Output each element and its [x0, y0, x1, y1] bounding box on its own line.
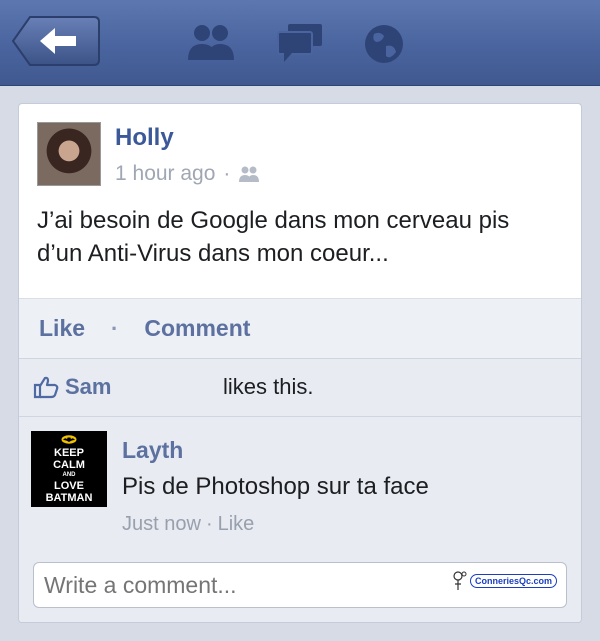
comment-avatar[interactable]: KEEP CALM AND LOVE BATMAN	[31, 431, 107, 507]
avatar[interactable]	[37, 122, 101, 186]
friend-requests-icon[interactable]	[186, 20, 238, 66]
globe-icon[interactable]	[362, 22, 406, 66]
post-body: J’ai besoin de Google dans mon cerveau p…	[37, 204, 567, 270]
top-navigation-bar	[0, 0, 600, 86]
post-card: Holly 1 hour ago · J’ai besoin de Google…	[18, 103, 582, 623]
avatar-text: BATMAN	[45, 492, 93, 504]
comment-button[interactable]: Comment	[144, 315, 250, 342]
comment: KEEP CALM AND LOVE BATMAN Layth Pis de P…	[19, 416, 581, 556]
watermark-logo-icon	[453, 571, 467, 590]
comment-composer: ConneriesQc.com	[19, 556, 581, 622]
avatar-text: LOVE	[54, 480, 84, 492]
likes-summary: Sam likes this.	[19, 358, 581, 416]
post-meta: 1 hour ago ·	[115, 162, 260, 186]
comment-timestamp: Just now	[122, 513, 201, 535]
post-header: Holly 1 hour ago ·	[37, 122, 567, 192]
post-timestamp[interactable]: 1 hour ago	[115, 162, 215, 186]
liker-name[interactable]: Sam	[65, 374, 111, 400]
post-actions: Like · Comment	[19, 298, 581, 358]
avatar-text: AND	[62, 472, 76, 478]
back-button[interactable]	[10, 14, 102, 68]
post-author-name[interactable]: Holly	[115, 124, 174, 152]
meta-separator: ·	[223, 162, 231, 185]
comment-meta: Just now · Like	[122, 513, 254, 536]
friends-audience-icon	[239, 166, 260, 182]
comment-text: Pis de Photoshop sur ta face	[122, 473, 429, 500]
action-separator: ·	[111, 315, 119, 341]
batman-logo-icon	[61, 435, 77, 444]
avatar-text: CALM	[53, 459, 85, 471]
comment-meta-separator: ·	[205, 513, 213, 535]
like-button[interactable]: Like	[39, 315, 85, 342]
post-text-line: d’un Anti-Virus dans mon coeur...	[37, 240, 389, 267]
comment-like-link[interactable]: Like	[218, 513, 255, 536]
comment-author-name[interactable]: Layth	[122, 437, 183, 464]
watermark: ConneriesQc.com	[452, 570, 557, 592]
avatar-text: KEEP	[54, 447, 84, 459]
watermark-text: ConneriesQc.com	[469, 574, 557, 588]
post-text-line: J’ai besoin de Google dans mon cerveau p…	[37, 207, 510, 234]
messages-icon[interactable]	[276, 22, 326, 64]
likes-text: likes this.	[223, 374, 314, 399]
thumbs-up-icon	[33, 376, 59, 399]
